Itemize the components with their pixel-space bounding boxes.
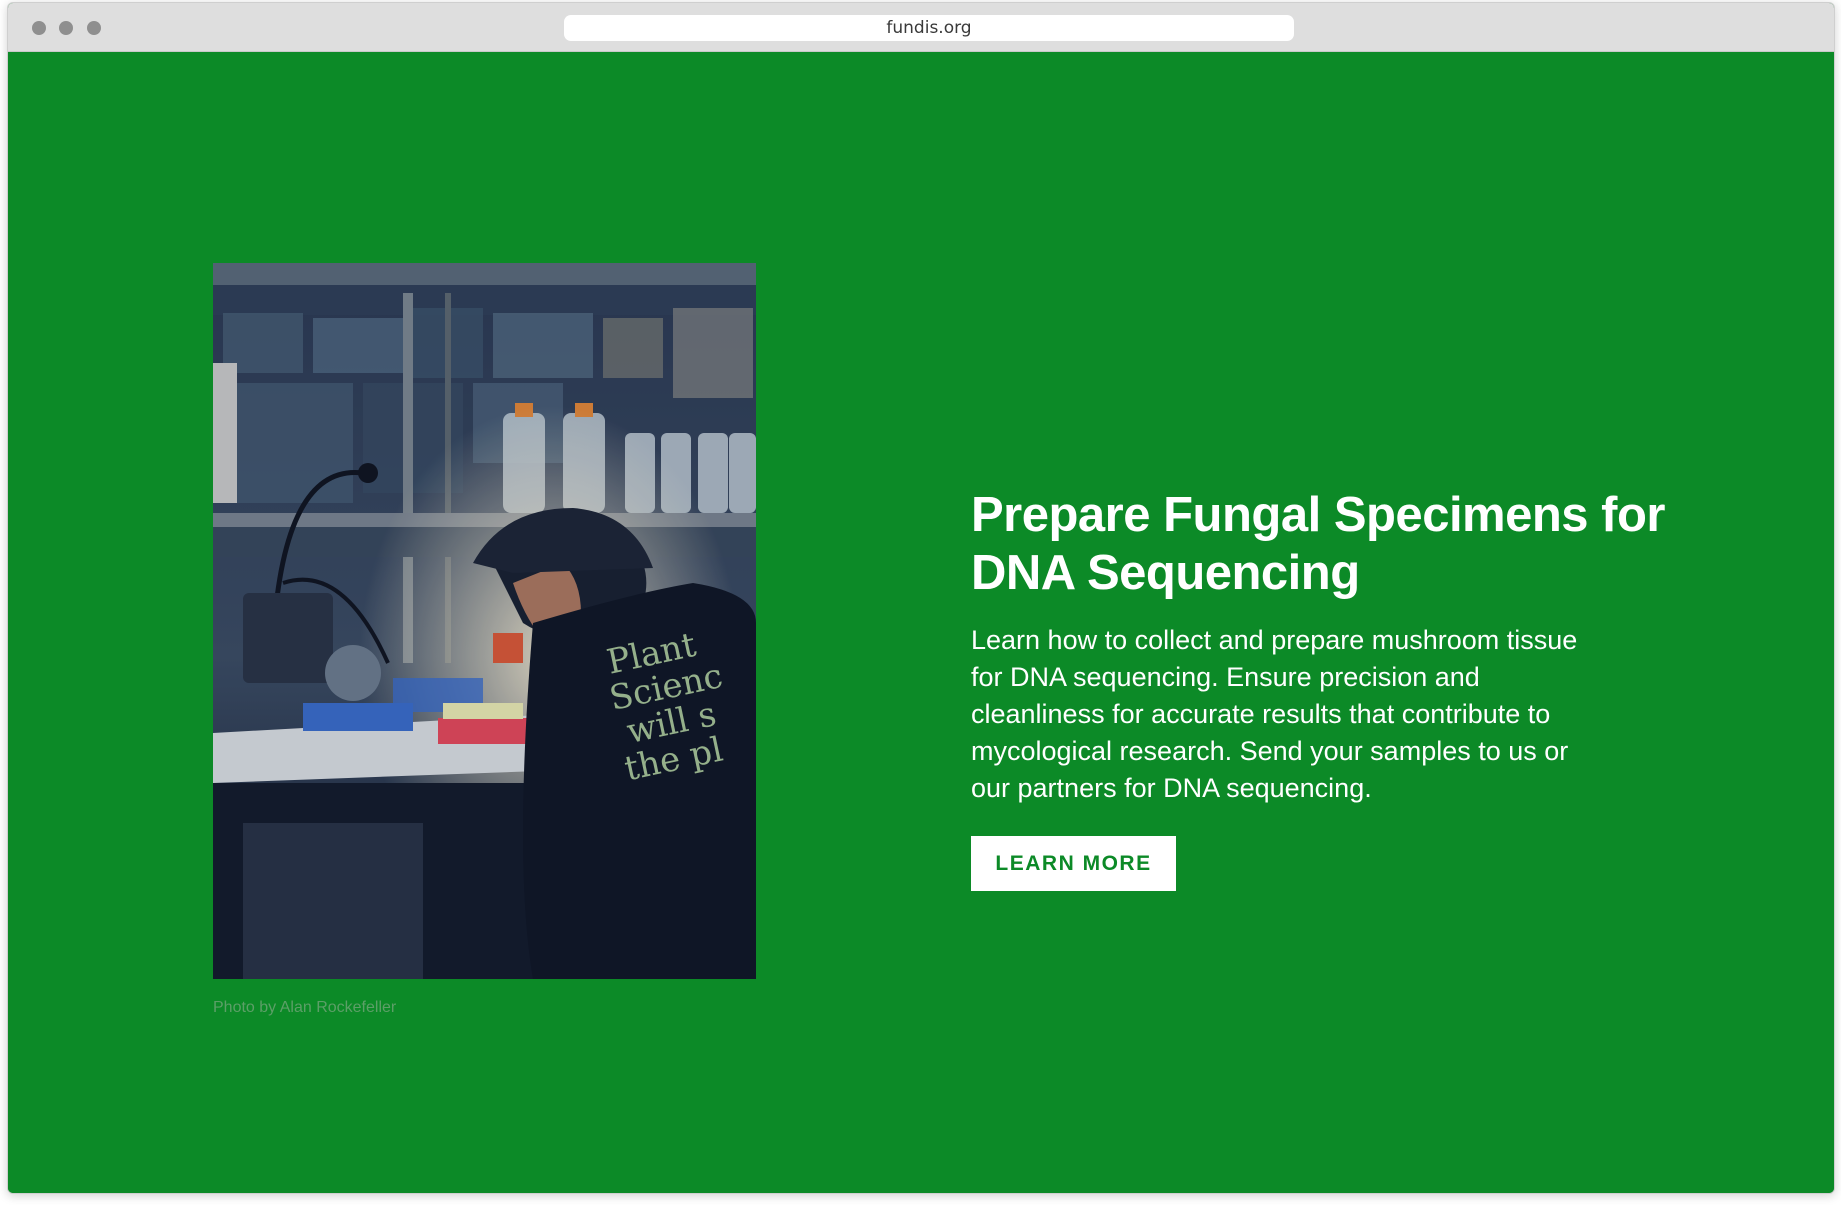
browser-toolbar: fundis.org bbox=[8, 3, 1834, 52]
learn-more-button[interactable]: LEARN MORE bbox=[971, 836, 1176, 891]
lab-photo-illustration: Plant Scienc will s the pl bbox=[213, 263, 756, 979]
browser-window: fundis.org Plant Scienc will s the pl Ph… bbox=[7, 2, 1835, 1194]
window-minimize-button[interactable] bbox=[59, 21, 73, 35]
photo-credit: Photo by Alan Rockefeller bbox=[213, 999, 397, 1016]
address-bar[interactable]: fundis.org bbox=[564, 15, 1294, 41]
lab-photo: Plant Scienc will s the pl bbox=[213, 263, 756, 979]
hero-description: Learn how to collect and prepare mushroo… bbox=[971, 625, 1578, 803]
hero-section: Plant Scienc will s the pl Photo by Alan… bbox=[8, 52, 1834, 1193]
window-close-button[interactable] bbox=[32, 21, 46, 35]
window-maximize-button[interactable] bbox=[87, 21, 101, 35]
hero-title: Prepare Fungal Specimens for DNA Sequenc… bbox=[971, 488, 1666, 600]
